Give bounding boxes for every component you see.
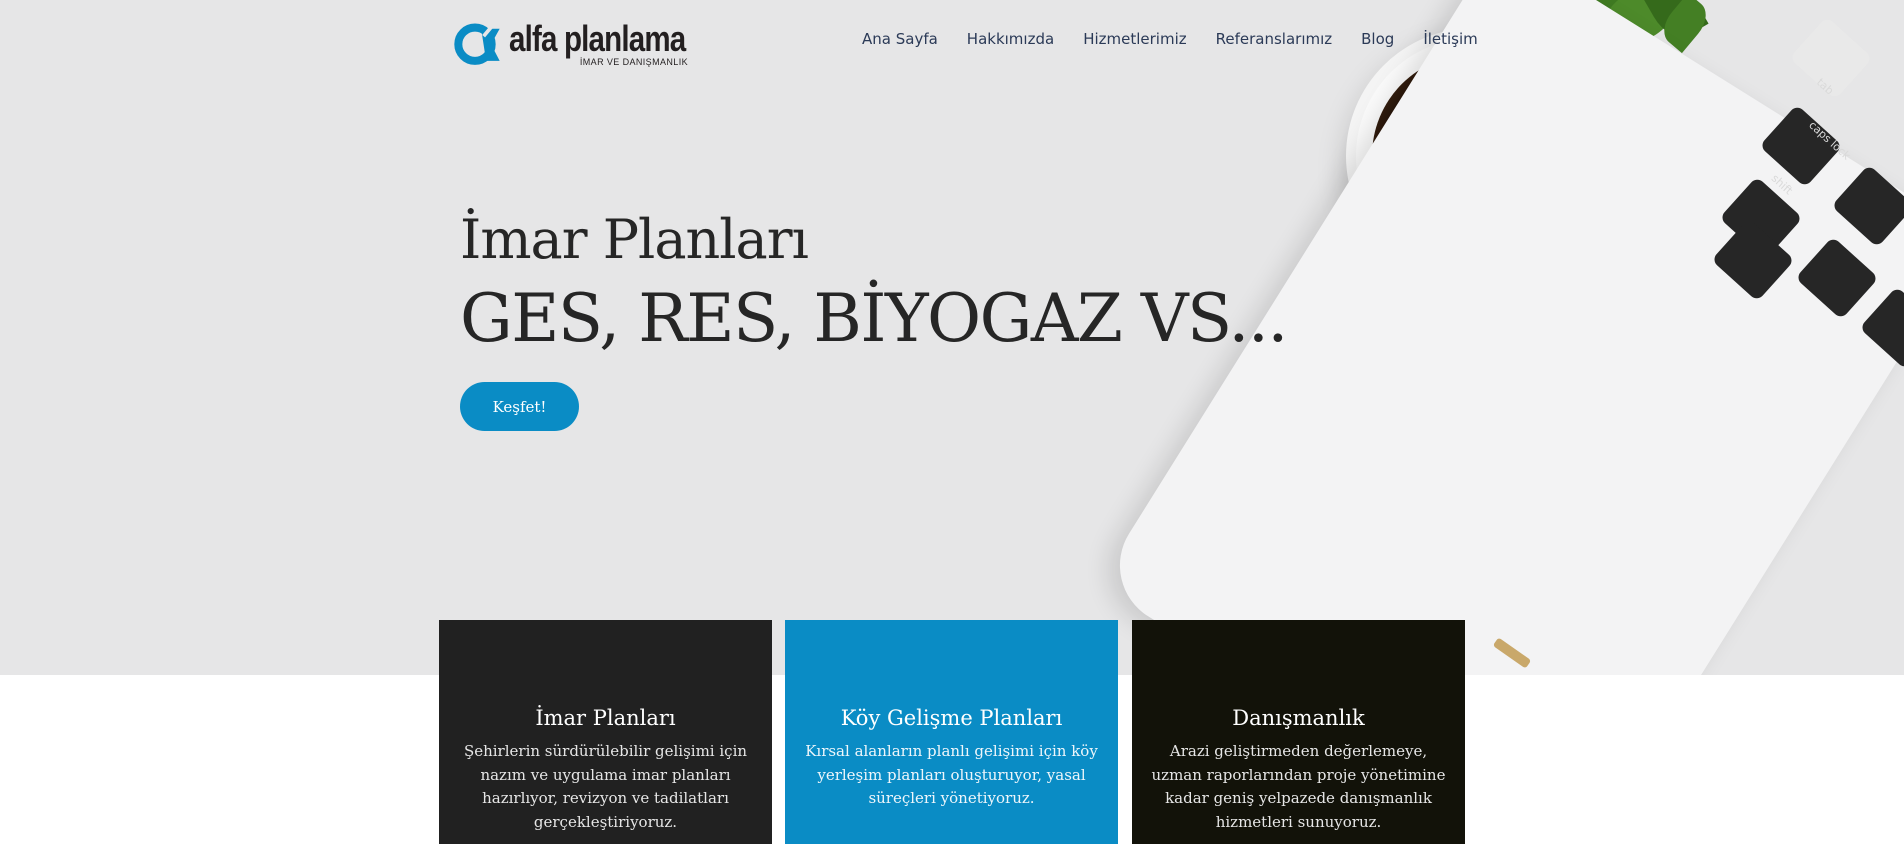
card-text: Arazi geliştirmeden değerlemeye, uzman r… (1151, 742, 1446, 831)
main-nav: Ana Sayfa Hakkımızda Hizmetlerimiz Refer… (862, 30, 1478, 48)
brand-logo[interactable]: alfa planlama İMAR VE DANIŞMANLIK (454, 8, 724, 78)
nav-item-contact[interactable]: İletişim (1423, 30, 1477, 48)
hero-section: tab caps lock shift alfa planlama İMAR V… (0, 0, 1904, 675)
card-text: Kırsal alanların planlı gelişimi için kö… (805, 742, 1098, 807)
card-title: Danışmanlık (1232, 706, 1365, 730)
nav-item-blog[interactable]: Blog (1361, 30, 1394, 48)
hero-title: İmar Planları (460, 208, 809, 271)
brand-name: alfa planlama (508, 18, 686, 59)
service-card-consulting[interactable]: Danışmanlık Arazi geliştirmeden değerlem… (1132, 620, 1465, 844)
nav-item-references[interactable]: Referanslarımız (1216, 30, 1333, 48)
card-text: Şehirlerin sürdürülebilir gelişimi için … (463, 742, 748, 831)
card-title: İmar Planları (535, 706, 676, 730)
card-title: Köy Gelişme Planları (840, 706, 1063, 730)
service-card-village-plans[interactable]: Köy Gelişme Planları Kırsal alanların pl… (785, 620, 1118, 844)
explore-button[interactable]: Keşfet! (460, 382, 579, 431)
nav-item-home[interactable]: Ana Sayfa (862, 30, 938, 48)
nav-item-about[interactable]: Hakkımızda (967, 30, 1054, 48)
nav-item-services[interactable]: Hizmetlerimiz (1083, 30, 1186, 48)
hero-subtitle: GES, RES, BİYOGAZ VS... (460, 280, 1288, 357)
service-card-zoning-plans[interactable]: İmar Planları Şehirlerin sürdürülebilir … (439, 620, 772, 844)
alpha-logo-icon (454, 20, 500, 65)
